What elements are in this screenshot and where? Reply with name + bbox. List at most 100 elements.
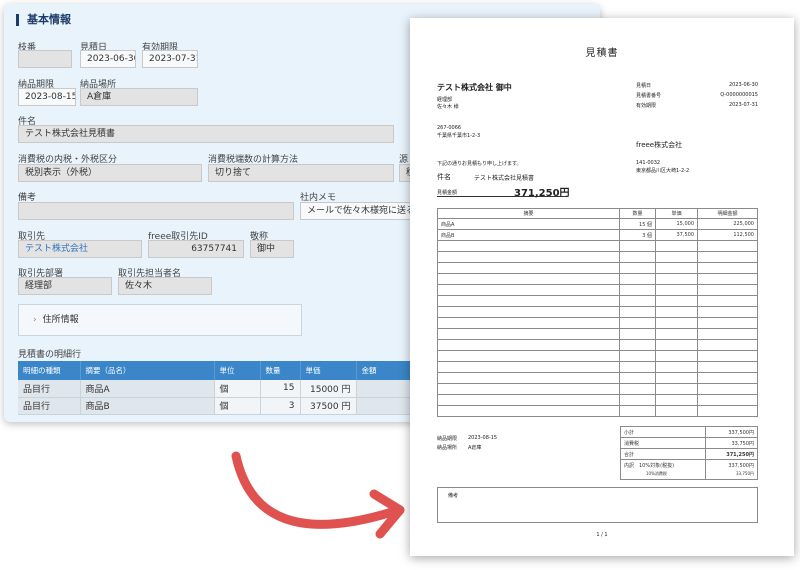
doc-summary-row: 小計 337,500円	[619, 426, 758, 438]
doc-cell	[437, 262, 620, 274]
doc-issuer-zip: 141-0032	[636, 160, 661, 166]
doc-subject-label: 件名	[437, 173, 451, 181]
doc-cell	[655, 284, 698, 296]
doc-summary-row: 消費税 33,750円	[619, 437, 758, 449]
doc-page-number: 1 / 1	[596, 532, 608, 538]
doc-summary-value: 33,750円	[705, 437, 758, 449]
doc-table-empty-row	[437, 317, 758, 329]
doc-meta-value: 2023-07-31	[728, 102, 758, 108]
doc-cell	[697, 306, 758, 318]
doc-cell	[619, 339, 656, 351]
doc-summary-label: 内訳 10%対象(税抜) 10%消費税	[619, 459, 707, 480]
doc-cell	[697, 295, 758, 307]
doc-cell: 3 個	[619, 229, 656, 241]
doc-table-empty-row	[437, 295, 758, 307]
doc-total-label: 見積金額	[437, 190, 458, 196]
doc-breakdown-label: 内訳 10%対象(税抜)	[624, 463, 675, 469]
doc-delivery-place: A倉庫	[468, 445, 482, 451]
doc-intro: 下記の通りお見積もり申し上げます。	[437, 161, 522, 167]
doc-breakdown-tax-value: 33,750円	[736, 471, 754, 476]
doc-cell: 商品B	[437, 229, 620, 241]
doc-client-name: テスト株式会社 御中	[437, 83, 512, 92]
doc-cell: 15 個	[619, 218, 656, 230]
doc-cell	[655, 339, 698, 351]
doc-delivery-place-label: 納品場所	[437, 445, 458, 451]
doc-table-empty-row	[437, 240, 758, 252]
doc-cell	[697, 394, 758, 406]
doc-table-empty-row	[437, 306, 758, 318]
doc-issuer-address: 東京都品川区大崎1-2-2	[636, 168, 690, 174]
doc-total-amount: 371,250円	[514, 188, 570, 199]
doc-cell	[619, 405, 656, 417]
doc-title: 見積書	[585, 48, 619, 59]
doc-table-empty-row	[437, 361, 758, 373]
doc-cell	[437, 394, 620, 406]
doc-cell: 112,500	[697, 229, 758, 241]
doc-table-header: 単価	[655, 208, 698, 219]
doc-summary-label: 消費税	[619, 437, 707, 449]
doc-table-empty-row	[437, 339, 758, 351]
doc-issuer-name: freee株式会社	[636, 141, 683, 149]
doc-cell: 225,000	[697, 218, 758, 230]
doc-table-empty-row	[437, 328, 758, 340]
doc-cell	[619, 383, 656, 395]
doc-client-address: 千葉県千葉市1-2-3	[437, 133, 481, 139]
doc-cell	[619, 361, 656, 373]
doc-items-table: 摘要 数量 単価 明細金額 商品A 15 個 15,000 225,000 商品…	[437, 208, 758, 417]
doc-cell	[655, 372, 698, 384]
doc-subject: テスト株式会社見積書	[474, 175, 535, 182]
doc-cell	[655, 328, 698, 340]
doc-table-row: 商品B 3 個 37,500 112,500	[437, 229, 758, 241]
doc-cell	[697, 372, 758, 384]
doc-cell	[619, 350, 656, 362]
doc-note-box: 備考	[437, 487, 758, 523]
doc-note-label: 備考	[448, 493, 459, 499]
doc-summary-label: 合計	[619, 448, 707, 460]
doc-table-empty-row	[437, 372, 758, 384]
doc-cell	[437, 361, 620, 373]
doc-table-empty-row	[437, 405, 758, 417]
doc-cell	[437, 251, 620, 263]
doc-cell	[655, 361, 698, 373]
doc-cell	[655, 306, 698, 318]
doc-table-empty-row	[437, 394, 758, 406]
doc-cell	[697, 350, 758, 362]
doc-cell	[619, 306, 656, 318]
doc-cell	[655, 317, 698, 329]
doc-breakdown-value: 337,500円	[728, 463, 754, 469]
doc-summary-row: 合計 371,250円	[619, 448, 758, 460]
doc-meta-value: Q-0000000015	[720, 92, 758, 98]
doc-summary-value: 337,500円 33,750円	[705, 459, 758, 480]
doc-cell: 商品A	[437, 218, 620, 230]
doc-cell	[655, 394, 698, 406]
doc-cell	[697, 284, 758, 296]
doc-cell	[697, 405, 758, 417]
doc-cell: 15,000	[655, 218, 698, 230]
doc-cell	[437, 405, 620, 417]
doc-cell	[697, 361, 758, 373]
doc-cell	[697, 262, 758, 274]
doc-cell	[437, 306, 620, 318]
doc-cell	[619, 251, 656, 263]
doc-cell	[619, 295, 656, 307]
doc-table-empty-row	[437, 262, 758, 274]
doc-delivery-date-label: 納品期限	[437, 436, 458, 442]
doc-cell	[655, 273, 698, 285]
quote-document-preview: 見積書 テスト株式会社 御中 経理部 佐々木 様 見積日 2023-06-30 …	[410, 18, 794, 556]
doc-table-header: 明細金額	[697, 208, 758, 219]
doc-cell	[655, 295, 698, 307]
doc-cell	[437, 295, 620, 307]
doc-cell	[619, 273, 656, 285]
doc-cell	[619, 240, 656, 252]
doc-cell	[619, 317, 656, 329]
doc-cell	[437, 284, 620, 296]
doc-cell	[619, 328, 656, 340]
doc-table-empty-row	[437, 251, 758, 263]
doc-cell	[697, 339, 758, 351]
doc-cell	[437, 350, 620, 362]
doc-cell	[655, 405, 698, 417]
doc-cell	[697, 240, 758, 252]
doc-meta-label: 有効期限	[636, 103, 657, 109]
doc-cell	[655, 383, 698, 395]
doc-client-person: 佐々木 様	[437, 104, 459, 110]
